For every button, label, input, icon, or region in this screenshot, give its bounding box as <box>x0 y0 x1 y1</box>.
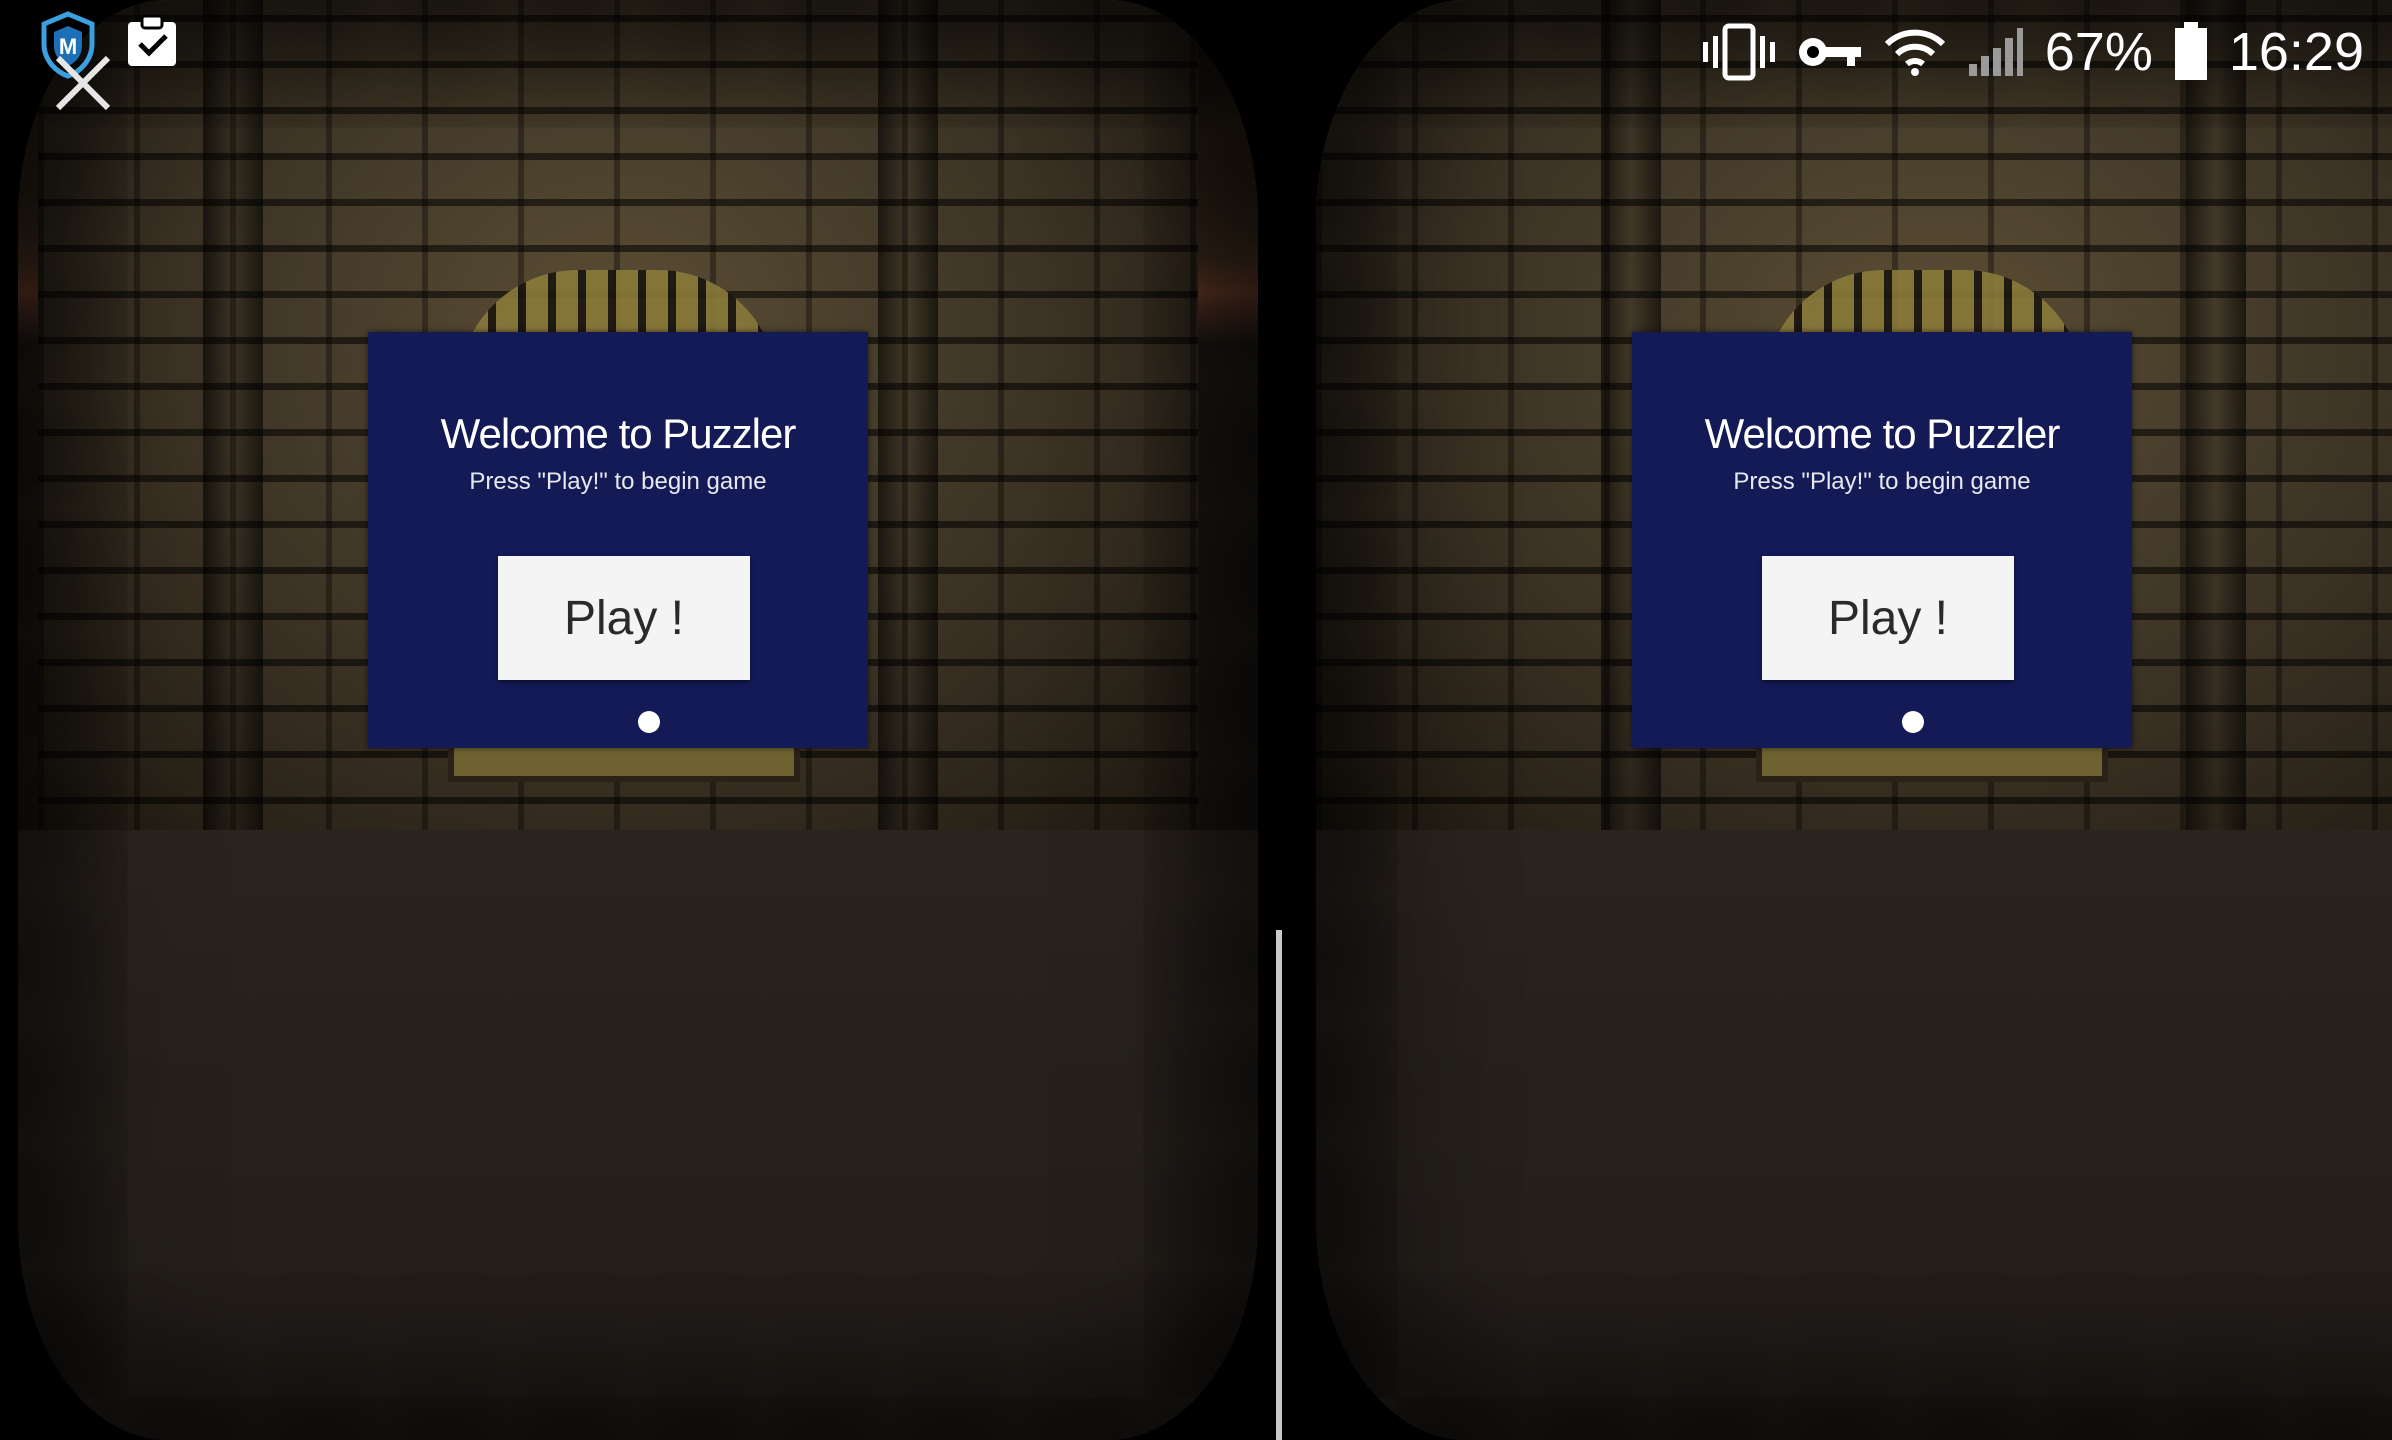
gaze-reticle <box>638 711 660 733</box>
status-bar-right: 67% 16:29 <box>1701 14 2364 90</box>
panel-title: Welcome to Puzzler <box>440 410 797 457</box>
panel-subtitle: Press "Play!" to begin game <box>1733 468 2031 495</box>
close-icon[interactable] <box>52 52 114 114</box>
battery-percent: 67% <box>2044 22 2153 82</box>
cellular-signal-icon <box>1967 26 2025 78</box>
right-eye-viewport: Welcome to Puzzler Press "Play!" to begi… <box>1316 0 2392 1440</box>
battery-icon <box>2173 22 2209 82</box>
clipboard-check-icon <box>122 10 182 70</box>
floor <box>18 830 1258 1440</box>
panel-subtitle: Press "Play!" to begin game <box>469 468 767 495</box>
wall-pillar <box>203 0 263 850</box>
left-eye-viewport: Welcome to Puzzler Press "Play!" to begi… <box>18 0 1258 1440</box>
vibrate-icon <box>1701 22 1777 82</box>
wall-pillar <box>878 0 938 850</box>
wall-pillar <box>2186 0 2246 850</box>
center-divider <box>1276 930 1282 1440</box>
clock: 16:29 <box>2228 22 2364 82</box>
panel-title: Welcome to Puzzler <box>1704 410 2061 457</box>
gaze-reticle <box>1902 711 1924 733</box>
wifi-icon <box>1883 26 1947 78</box>
vpn-key-icon <box>1797 32 1863 72</box>
welcome-panel: Welcome to Puzzler Press "Play!" to begi… <box>368 332 868 748</box>
vr-split-screen: Welcome to Puzzler Press "Play!" to begi… <box>0 0 2392 1440</box>
play-button[interactable]: Play ! <box>498 556 750 680</box>
welcome-panel: Welcome to Puzzler Press "Play!" to begi… <box>1632 332 2132 748</box>
floor <box>1316 830 2392 1440</box>
play-button[interactable]: Play ! <box>1762 556 2014 680</box>
